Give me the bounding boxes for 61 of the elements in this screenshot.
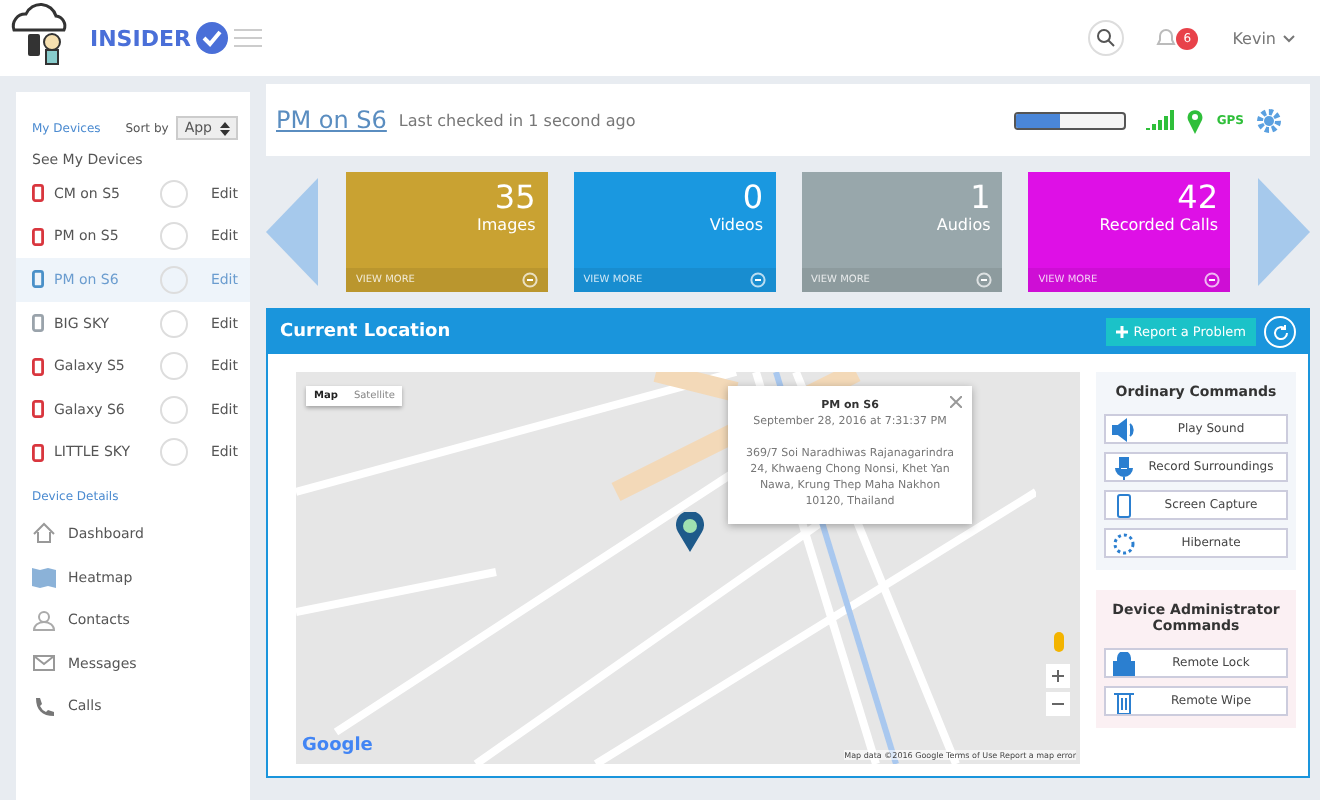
zoom-in-button[interactable]	[1046, 664, 1070, 688]
user-menu[interactable]: Kevin	[1232, 29, 1276, 47]
trash-icon	[1112, 689, 1136, 713]
updown-arrows-icon	[220, 121, 230, 135]
plus-icon	[1115, 326, 1128, 338]
search-icon	[1096, 28, 1117, 48]
tile-label: Recorded Calls	[1099, 216, 1218, 234]
spinner-icon	[1112, 531, 1136, 555]
pegman-icon[interactable]	[1053, 632, 1063, 652]
brand-name: INSIDER	[90, 25, 191, 51]
speaker-icon	[1112, 417, 1136, 441]
bell-icon[interactable]	[1154, 26, 1179, 50]
phone-icon	[32, 357, 44, 376]
phone-icon	[32, 400, 44, 419]
phone-icon	[32, 227, 44, 246]
location-pin-icon	[1186, 107, 1205, 133]
last-checked-text: Last checked in 1 second ago	[398, 111, 636, 129]
device-title-link[interactable]: PM on S6	[276, 106, 387, 134]
map-pin-icon	[676, 512, 704, 552]
tile-count: 0	[742, 180, 763, 216]
settings-icon[interactable]	[1256, 107, 1282, 133]
close-icon[interactable]	[950, 396, 962, 408]
tile-label: Images	[477, 216, 536, 234]
next-arrow[interactable]	[1258, 178, 1310, 286]
tile-count: 42	[1177, 180, 1218, 216]
phone-icon	[32, 443, 44, 462]
map-logo: Google	[302, 736, 373, 756]
envelope-icon	[32, 652, 56, 675]
radio-button[interactable]	[160, 265, 189, 294]
panel-title: Current Location	[280, 322, 451, 342]
phone-handset-icon	[32, 695, 56, 718]
house-icon	[32, 522, 56, 545]
radio-button[interactable]	[160, 179, 189, 208]
tile-count: 35	[494, 180, 536, 216]
phone-icon	[1112, 493, 1136, 517]
phone-icon	[32, 314, 44, 333]
minus-icon	[1052, 702, 1064, 706]
radio-button[interactable]	[160, 352, 189, 381]
zoom-out-button[interactable]	[1046, 692, 1070, 716]
menu-icon[interactable]	[234, 28, 263, 48]
radio-button[interactable]	[160, 309, 189, 338]
signal-icon	[1146, 109, 1175, 131]
tile-label: Videos	[709, 216, 763, 234]
chevron-down-icon[interactable]	[1282, 33, 1296, 43]
radio-button[interactable]	[160, 438, 189, 467]
phone-icon	[32, 184, 44, 203]
previous-arrow[interactable]	[266, 178, 318, 286]
radio-button[interactable]	[160, 222, 189, 251]
check-badge-icon	[196, 22, 229, 54]
padlock-icon	[1112, 651, 1136, 675]
map-icon	[32, 566, 56, 589]
microphone-icon	[1112, 455, 1136, 479]
phone-icon	[32, 270, 44, 289]
person-icon	[32, 609, 56, 632]
tile-label: Audios	[936, 216, 991, 234]
search-button[interactable]	[1088, 20, 1125, 56]
refresh-button[interactable]	[1264, 316, 1296, 348]
refresh-icon	[1271, 323, 1289, 341]
tile-count: 1	[970, 180, 991, 216]
radio-button[interactable]	[160, 395, 189, 424]
plus-icon	[1052, 670, 1064, 682]
